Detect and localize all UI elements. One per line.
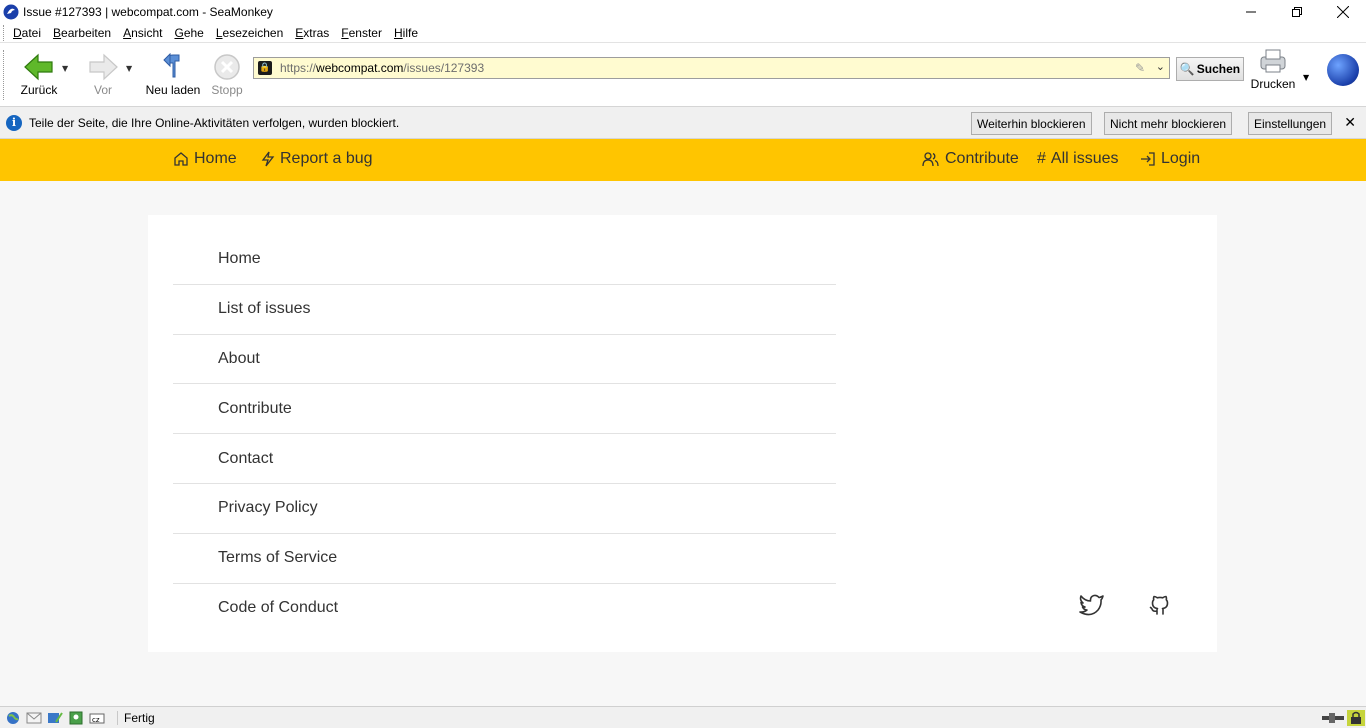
users-icon bbox=[922, 152, 939, 167]
footer-link-contact[interactable]: Contact bbox=[173, 434, 836, 484]
url-host: webcompat.com bbox=[316, 61, 404, 75]
footer-link-privacy[interactable]: Privacy Policy bbox=[173, 484, 836, 534]
search-label: Suchen bbox=[1196, 62, 1241, 76]
magnifier-icon: 🔍 bbox=[1179, 62, 1195, 76]
footer-link-home[interactable]: Home bbox=[173, 235, 836, 285]
menu-extras[interactable]: Extras bbox=[295, 26, 329, 40]
forward-arrow-icon bbox=[89, 53, 118, 80]
restore-button[interactable] bbox=[1274, 0, 1320, 23]
seamonkey-app-icon bbox=[3, 4, 19, 19]
title-bar: Issue #127393 | webcompat.com - SeaMonke… bbox=[0, 0, 1366, 23]
footer-link-issues[interactable]: List of issues bbox=[173, 285, 836, 335]
url-bar[interactable]: 🔒 https://webcompat.com/issues/127393 ✎ … bbox=[253, 57, 1170, 79]
nav-report-bug-link[interactable]: Report a bug bbox=[261, 150, 373, 168]
close-notification-icon[interactable]: ✕ bbox=[1344, 115, 1356, 131]
toolbar-grip-2[interactable] bbox=[3, 49, 8, 100]
close-window-button[interactable] bbox=[1320, 0, 1366, 23]
globe-icon[interactable] bbox=[5, 711, 21, 725]
nav-all-issues-label: All issues bbox=[1050, 150, 1119, 167]
nav-login-link[interactable]: Login bbox=[1140, 150, 1200, 168]
menu-datei[interactable]: Datei bbox=[13, 26, 41, 40]
stop-button[interactable]: Stopp bbox=[204, 53, 250, 97]
reload-button[interactable]: Neu laden bbox=[144, 52, 202, 97]
footer-link-list: Home List of issues About Contribute Con… bbox=[173, 235, 836, 633]
status-text: Fertig bbox=[117, 710, 155, 725]
printer-icon bbox=[1260, 49, 1286, 73]
navigation-toolbar: Zurück ▼ Vor ▼ Neu laden Stopp 🔒 https:/… bbox=[0, 43, 1366, 107]
edit-pencil-icon[interactable]: ✎ bbox=[1135, 61, 1145, 75]
nav-report-label: Report a bug bbox=[280, 150, 373, 167]
menu-ansicht[interactable]: Ansicht bbox=[123, 26, 162, 40]
url-path: /issues/127393 bbox=[403, 61, 485, 75]
settings-button[interactable]: Einstellungen bbox=[1248, 112, 1333, 135]
footer-link-terms[interactable]: Terms of Service bbox=[173, 534, 836, 584]
login-icon bbox=[1141, 152, 1155, 166]
forward-dropdown-icon[interactable]: ▼ bbox=[126, 64, 136, 73]
hash-icon: # bbox=[1037, 150, 1046, 167]
menu-bar: Datei Bearbeiten Ansicht Gehe Lesezeiche… bbox=[0, 23, 1366, 43]
keep-blocking-button[interactable]: Weiterhin blockieren bbox=[971, 112, 1092, 135]
chat-icon[interactable]: cz bbox=[89, 711, 105, 725]
print-label: Drucken bbox=[1250, 77, 1296, 91]
site-identity-icon[interactable]: 🔒 bbox=[258, 61, 272, 75]
unblock-button[interactable]: Nicht mehr blockieren bbox=[1104, 112, 1233, 135]
info-icon: i bbox=[6, 114, 22, 131]
nav-home-link[interactable]: Home bbox=[173, 150, 237, 168]
nav-contribute-label: Contribute bbox=[945, 150, 1019, 167]
back-dropdown-icon[interactable]: ▼ bbox=[62, 64, 72, 73]
connection-icon[interactable] bbox=[1320, 710, 1346, 726]
lightning-icon bbox=[261, 151, 275, 167]
back-button[interactable]: Zurück bbox=[16, 53, 62, 97]
print-dropdown-icon[interactable]: ▼ bbox=[1303, 73, 1309, 82]
back-label: Zurück bbox=[20, 82, 58, 97]
nav-contribute-link[interactable]: Contribute bbox=[922, 150, 1019, 168]
house-icon bbox=[174, 152, 188, 166]
nav-login-label: Login bbox=[1161, 150, 1201, 167]
status-bar: cz Fertig bbox=[0, 706, 1366, 728]
github-icon[interactable] bbox=[1148, 593, 1172, 617]
footer-link-contribute[interactable]: Contribute bbox=[173, 384, 836, 435]
security-lock-icon[interactable] bbox=[1346, 710, 1366, 726]
mail-icon[interactable] bbox=[26, 711, 42, 725]
menu-hilfe[interactable]: Hilfe bbox=[394, 26, 418, 40]
svg-text:cz: cz bbox=[92, 716, 100, 724]
forward-button[interactable]: Vor bbox=[80, 53, 126, 97]
back-arrow-icon bbox=[24, 53, 53, 80]
status-right-icons bbox=[1320, 710, 1366, 726]
footer-link-about[interactable]: About bbox=[173, 335, 836, 385]
reload-label: Neu laden bbox=[145, 82, 201, 97]
footer-panel: Home List of issues About Contribute Con… bbox=[148, 215, 1217, 652]
url-scheme: https:// bbox=[280, 61, 317, 75]
restore-icon bbox=[1292, 6, 1302, 17]
toolbar-grip[interactable] bbox=[3, 24, 8, 41]
close-icon bbox=[1337, 5, 1349, 18]
nav-all-issues-link[interactable]: # All issues bbox=[1037, 150, 1118, 168]
menu-lesezeichen[interactable]: Lesezeichen bbox=[216, 26, 283, 40]
footer-link-conduct[interactable]: Code of Conduct bbox=[173, 584, 836, 634]
twitter-icon[interactable] bbox=[1079, 593, 1105, 617]
site-navigation: Home Report a bug Contribute # All issue… bbox=[0, 139, 1366, 181]
menu-bearbeiten[interactable]: Bearbeiten bbox=[53, 26, 111, 40]
minimize-icon bbox=[1246, 11, 1256, 12]
tracking-notification-bar: i Teile der Seite, die Ihre Online-Aktiv… bbox=[0, 107, 1366, 139]
url-text[interactable]: https://webcompat.com/issues/127393 bbox=[280, 61, 484, 75]
reload-icon bbox=[163, 52, 180, 77]
stop-icon bbox=[214, 53, 240, 80]
menu-fenster[interactable]: Fenster bbox=[341, 26, 382, 40]
nav-home-label: Home bbox=[194, 150, 237, 167]
seamonkey-throbber-icon[interactable] bbox=[1327, 54, 1359, 86]
stop-label: Stopp bbox=[211, 82, 243, 97]
forward-label: Vor bbox=[93, 82, 112, 97]
notification-message: Teile der Seite, die Ihre Online-Aktivit… bbox=[29, 115, 400, 130]
window-title: Issue #127393 | webcompat.com - SeaMonke… bbox=[23, 4, 273, 19]
menu-gehe[interactable]: Gehe bbox=[174, 26, 203, 40]
address-book-icon[interactable] bbox=[68, 711, 84, 725]
minimize-button[interactable] bbox=[1228, 0, 1274, 23]
composer-icon[interactable] bbox=[47, 711, 63, 725]
url-dropdown-icon[interactable]: ⌄ bbox=[1156, 60, 1165, 73]
search-button[interactable]: 🔍 Suchen bbox=[1176, 57, 1244, 81]
print-button[interactable]: Drucken bbox=[1250, 47, 1296, 91]
